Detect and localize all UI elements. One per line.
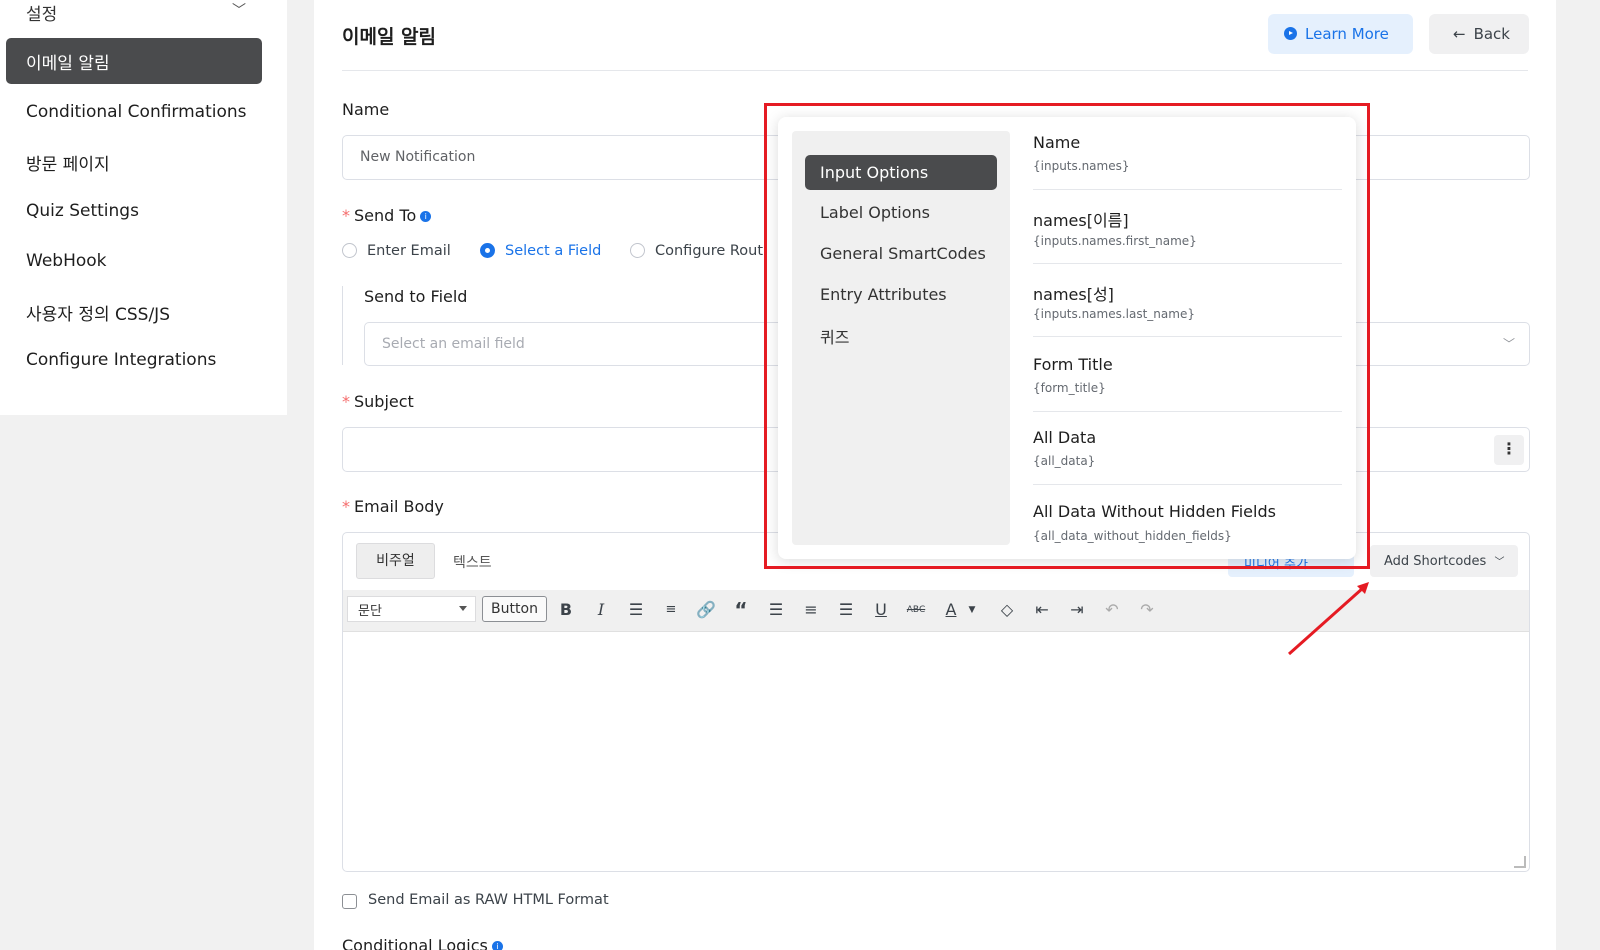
blockquote-icon[interactable]: “: [729, 597, 753, 623]
resize-handle-icon[interactable]: [1514, 856, 1526, 868]
paragraph-format-select[interactable]: 문단: [347, 596, 476, 622]
align-center-icon[interactable]: ≡: [799, 597, 823, 623]
conditional-logics-text: Conditional Logics: [342, 936, 488, 950]
chevron-down-icon: ﹀: [232, 3, 246, 19]
underline-icon[interactable]: U: [869, 597, 893, 623]
insert-button-button[interactable]: Button: [482, 596, 547, 622]
annotation-highlight-box: [764, 103, 1370, 569]
link-icon[interactable]: 🔗: [694, 597, 718, 623]
send-to-field-label: Send to Field: [364, 287, 468, 306]
sidebar-item-webhook[interactable]: WebHook: [26, 251, 107, 271]
radio-circle: [342, 243, 357, 258]
back-button[interactable]: ← Back: [1429, 14, 1529, 54]
annotation-arrow-icon: [1288, 582, 1369, 656]
back-label: Back: [1473, 25, 1510, 43]
paragraph-format-value: 문단: [358, 604, 382, 619]
sidebar-item-configure-integrations[interactable]: Configure Integrations: [26, 350, 216, 370]
radio-circle: [480, 243, 495, 258]
sidebar-settings-label: 설정: [26, 5, 58, 25]
sidebar-item-landing-page[interactable]: 방문 페이지: [26, 150, 110, 175]
radio-select-field[interactable]: Select a Field: [480, 243, 601, 259]
radio-configure-routing[interactable]: Configure Routi: [630, 243, 767, 259]
caret-down-icon: [459, 606, 467, 611]
bold-icon[interactable]: B: [554, 597, 578, 623]
sidebar-item-conditional-confirmations[interactable]: Conditional Confirmations: [26, 102, 247, 122]
header-divider: [342, 70, 1528, 71]
chevron-down-icon: ﹀: [1503, 337, 1516, 351]
tab-visual[interactable]: 비주얼: [356, 543, 435, 579]
eraser-icon[interactable]: ◇: [995, 597, 1019, 623]
sidebar-settings-toggle[interactable]: 설정 ﹀: [26, 0, 246, 25]
add-shortcodes-label: Add Shortcodes: [1384, 554, 1487, 569]
send-to-label: * Send To i: [342, 206, 432, 225]
subject-label: * Subject: [342, 392, 414, 411]
conditional-logics-label: Conditional Logics i: [342, 936, 503, 950]
add-shortcodes-button[interactable]: Add Shortcodes ﹀: [1370, 545, 1518, 577]
raw-html-checkbox[interactable]: [342, 894, 357, 909]
outdent-icon[interactable]: ⇤: [1030, 597, 1054, 623]
radio-select-field-label: Select a Field: [505, 243, 602, 259]
radio-enter-email-label: Enter Email: [367, 243, 451, 259]
required-marker: *: [342, 497, 350, 516]
more-options-icon[interactable]: ⋮: [1494, 435, 1524, 465]
tab-text[interactable]: 텍스트: [453, 552, 492, 572]
strikethrough-icon[interactable]: ABC: [904, 597, 928, 623]
align-left-icon[interactable]: ☰: [764, 597, 788, 623]
caret-down-icon[interactable]: ▼: [960, 597, 984, 623]
raw-html-label: Send Email as RAW HTML Format: [368, 892, 609, 908]
align-right-icon[interactable]: ☰: [834, 597, 858, 623]
page-title: 이메일 알림: [342, 26, 437, 48]
name-label: Name: [342, 100, 390, 119]
radio-configure-routing-label: Configure Routi: [655, 243, 768, 259]
chevron-down-icon: ﹀: [1494, 557, 1505, 568]
redo-icon[interactable]: ↷: [1135, 597, 1159, 623]
required-marker: *: [342, 392, 350, 411]
arrow-left-icon: ←: [1453, 25, 1466, 43]
subject-text: Subject: [354, 392, 414, 411]
send-to-text: Send To: [354, 206, 417, 225]
undo-icon[interactable]: ↶: [1100, 597, 1124, 623]
field-group-indicator: [342, 286, 343, 365]
indent-icon[interactable]: ⇥: [1065, 597, 1089, 623]
email-body-text: Email Body: [354, 497, 444, 516]
play-circle-icon: [1284, 27, 1297, 40]
sidebar-item-custom-css-js[interactable]: 사용자 정의 CSS/JS: [26, 300, 170, 325]
sidebar-item-quiz-settings[interactable]: Quiz Settings: [26, 201, 139, 221]
learn-more-button[interactable]: Learn More: [1268, 14, 1413, 54]
bullet-list-icon[interactable]: ☰: [624, 597, 648, 623]
required-marker: *: [342, 206, 350, 225]
learn-more-label: Learn More: [1305, 25, 1389, 43]
italic-icon[interactable]: I: [589, 597, 613, 623]
email-body-label: * Email Body: [342, 497, 444, 516]
sidebar-item-email-notifications[interactable]: 이메일 알림: [6, 38, 262, 84]
info-icon: i: [420, 211, 432, 222]
radio-enter-email[interactable]: Enter Email: [342, 243, 451, 259]
radio-circle: [630, 243, 645, 258]
numbered-list-icon[interactable]: ≡: [659, 597, 683, 623]
info-icon: i: [491, 941, 503, 950]
